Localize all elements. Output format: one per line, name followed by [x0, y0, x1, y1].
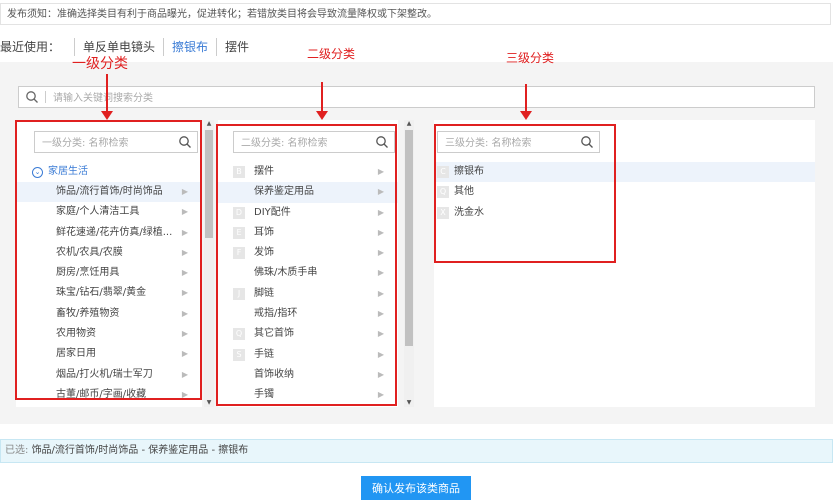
scrollbar-thumb[interactable]	[205, 130, 213, 238]
scrollbar-thumb[interactable]	[405, 130, 413, 346]
search-divider	[45, 91, 46, 103]
selected-path-bar: 已选: 饰品/流行首饰/时尚饰品 - 保养鉴定用品 - 擦银布	[0, 439, 833, 463]
level1-scrollbar[interactable]: ▲ ▼	[204, 120, 214, 407]
level2-scrollbar[interactable]: ▲ ▼	[404, 120, 414, 407]
recent-item-ornament[interactable]: 摆件	[216, 38, 257, 56]
level1-arrow	[106, 74, 108, 112]
category-search-input[interactable]	[51, 88, 795, 108]
level3-highlight-box	[434, 124, 616, 263]
scroll-up-icon[interactable]: ▲	[405, 120, 413, 128]
level2-annotation: 二级分类	[307, 47, 356, 61]
selected-path: 饰品/流行首饰/时尚饰品 - 保养鉴定用品 - 擦银布	[31, 445, 249, 456]
publish-notice: 发布须知：准确选择类目有利于商品曝光，促进转化；若错放类目将会导致流量降权或下架…	[0, 3, 831, 25]
selected-label: 已选:	[5, 445, 29, 456]
recent-used: 最近使用： 单反单电镜头 擦银布 摆件	[0, 38, 257, 56]
category-search-box[interactable]	[18, 86, 815, 108]
level2-arrow	[321, 82, 323, 112]
scroll-down-icon[interactable]: ▼	[405, 399, 413, 407]
level1-highlight-box	[15, 120, 202, 400]
level1-arrow-head	[101, 111, 113, 120]
level2-highlight-box	[216, 124, 397, 406]
level2-arrow-head	[316, 111, 328, 120]
recent-item-cloth[interactable]: 擦银布	[163, 38, 216, 56]
level3-annotation: 三级分类	[506, 51, 555, 65]
level3-arrow-head	[520, 111, 532, 120]
scroll-down-icon[interactable]: ▼	[205, 399, 213, 407]
level1-annotation: 一级分类	[72, 56, 128, 72]
confirm-publish-button[interactable]: 确认发布该类商品	[361, 476, 471, 500]
scroll-up-icon[interactable]: ▲	[205, 120, 213, 128]
search-icon	[26, 91, 38, 103]
level3-arrow	[525, 84, 527, 112]
recent-used-label: 最近使用：	[0, 40, 61, 54]
